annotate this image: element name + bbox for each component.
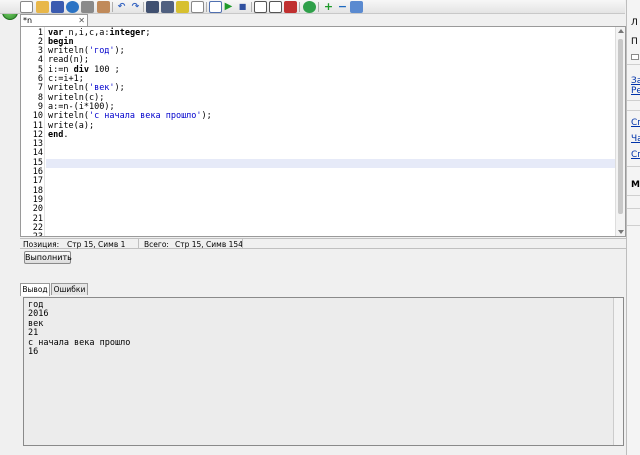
scroll-down-icon[interactable] — [618, 230, 624, 234]
step-icon[interactable] — [269, 1, 282, 13]
panel-text: П — [631, 37, 638, 47]
code-line: end. — [48, 129, 69, 140]
stop-icon[interactable]: ■ — [236, 1, 249, 13]
find-icon[interactable] — [146, 1, 159, 13]
panel-link[interactable]: Сп — [631, 150, 640, 160]
right-side-panel: Л П За Ре Сп Ча Сп М — [626, 0, 640, 455]
panel-text: М — [631, 180, 640, 190]
position-value: Стр 15, Симв 1 — [67, 240, 126, 249]
output-text: год 2016 век 21 с начала века прошло 16 — [28, 300, 131, 358]
globe-icon[interactable] — [303, 1, 316, 13]
total-label: Всего: — [144, 240, 169, 249]
print-icon[interactable] — [81, 1, 94, 13]
run-button[interactable]: Выполнить — [24, 251, 72, 264]
tab-program1[interactable]: *n Program1.pas ✕ — [20, 14, 88, 36]
panel-link[interactable]: Ре — [631, 86, 640, 96]
panel-link[interactable]: Сп — [631, 118, 640, 128]
close-icon[interactable]: ✕ — [78, 15, 85, 26]
output-vertical-scrollbar[interactable] — [613, 298, 623, 445]
panel-checkbox[interactable] — [631, 54, 639, 60]
undo-icon[interactable]: ↶ — [115, 1, 128, 13]
open-file-icon[interactable] — [36, 1, 49, 13]
line-number: 23 — [21, 232, 43, 236]
panel-link[interactable]: Ча — [631, 134, 640, 144]
format-icon[interactable] — [176, 1, 189, 13]
code-area[interactable]: var n,i,c,a:integer; begin writeln('год');… — [48, 27, 615, 236]
tab-output[interactable]: Вывод — [20, 283, 50, 296]
window-icon[interactable] — [350, 1, 363, 13]
panel-text: Л — [631, 18, 638, 28]
redo-icon[interactable]: ↷ — [129, 1, 142, 13]
zoom-in-icon[interactable]: + — [322, 1, 335, 13]
save-icon[interactable] — [51, 1, 64, 13]
panel-link[interactable]: За — [631, 76, 640, 86]
output-panel[interactable]: год 2016 век 21 с начала века прошло 16 — [23, 297, 624, 446]
line-number-gutter: 1234567891011121314151617181920212223 — [21, 27, 45, 236]
main-toolbar: ↶ ↷ ▶ ■ + − — [0, 0, 625, 14]
new-file-icon[interactable] — [20, 1, 33, 13]
tab-errors[interactable]: Ошибки — [51, 283, 88, 295]
save-all-icon[interactable] — [66, 1, 79, 13]
breakpoint-icon[interactable] — [284, 1, 297, 13]
zoom-out-icon[interactable]: − — [336, 1, 349, 13]
debug-window-icon[interactable] — [254, 1, 267, 13]
scroll-up-icon[interactable] — [618, 29, 624, 33]
eraser-icon[interactable] — [191, 1, 204, 13]
status-bar: Позиция: Стр 15, Симв 1 Всего: Стр 15, С… — [20, 238, 626, 249]
total-value: Стр 15, Симв 154 — [175, 240, 243, 249]
code-editor[interactable]: 1234567891011121314151617181920212223 va… — [20, 26, 626, 237]
cut-icon[interactable] — [97, 1, 110, 13]
position-label: Позиция: — [23, 240, 60, 249]
run-icon[interactable]: ▶ — [222, 1, 235, 13]
scroll-thumb[interactable] — [618, 39, 623, 214]
replace-icon[interactable] — [161, 1, 174, 13]
compile-icon[interactable] — [209, 1, 222, 13]
editor-vertical-scrollbar[interactable] — [615, 27, 625, 236]
